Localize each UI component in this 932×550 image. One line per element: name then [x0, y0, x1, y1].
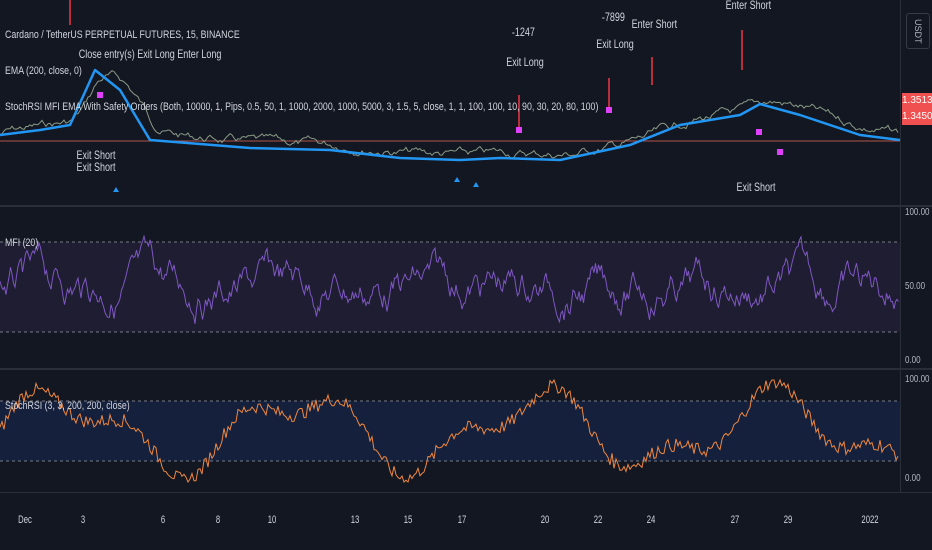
- stochrsi-legend[interactable]: StochRSI (3, 3, 200, 200, close): [5, 400, 130, 412]
- time-axis[interactable]: Dec 3 6 8 10 13 15 17 20 22 24 27 29 2022: [0, 492, 932, 550]
- time-tick: 22: [593, 514, 603, 526]
- annotation: Enter Short: [631, 17, 678, 31]
- time-tick: 17: [457, 514, 467, 526]
- order-marker: [756, 129, 762, 135]
- annotation: Enter Short: [725, 0, 772, 12]
- time-tick: 27: [730, 514, 740, 526]
- time-tick: 10: [267, 514, 277, 526]
- ema-line: [0, 68, 900, 162]
- mfi-pane[interactable]: MFI (20): [0, 207, 900, 368]
- annotation: Close entry(s) Exit Long Enter Long: [78, 47, 222, 61]
- ema-legend[interactable]: EMA (200, close, 0): [5, 65, 82, 77]
- stoch-band: [0, 401, 900, 461]
- annotation: Exit Long: [596, 37, 634, 51]
- order-marker: [777, 149, 783, 155]
- time-tick: 3: [80, 514, 86, 526]
- annotation: -7899: [601, 10, 625, 24]
- price-tag-high: 1.3513: [902, 93, 932, 109]
- order-marker: [606, 107, 612, 113]
- long-arrow: [454, 177, 460, 182]
- currency-button[interactable]: USDT: [906, 13, 930, 49]
- strategy-legend[interactable]: StochRSI MFI EMA With Safety Orders (Bot…: [5, 101, 598, 113]
- price-pane[interactable]: Cardano / TetherUS PERPETUAL FUTURES, 15…: [0, 0, 900, 205]
- annotation: -1247: [511, 25, 535, 39]
- mfi-chart[interactable]: [0, 207, 900, 368]
- long-arrow: [113, 187, 119, 192]
- time-tick: Dec: [18, 514, 32, 526]
- stochrsi-chart[interactable]: [0, 370, 900, 492]
- price-axis[interactable]: USDT 1.3513 1.3450 100.00 50.00 0.00 100…: [900, 0, 932, 492]
- long-arrow: [473, 182, 479, 187]
- mfi-axis-label: 0.00: [905, 355, 921, 366]
- time-tick: 29: [783, 514, 793, 526]
- time-tick: 8: [215, 514, 221, 526]
- symbol-title: Cardano / TetherUS PERPETUAL FUTURES, 15…: [5, 29, 240, 41]
- annotation: Exit Short: [736, 180, 776, 194]
- mfi-legend[interactable]: MFI (20): [5, 237, 38, 249]
- price-tag-last: 1.3450: [902, 109, 932, 125]
- stoch-axis-label: 100.00: [905, 374, 930, 385]
- time-tick: 13: [350, 514, 360, 526]
- time-tick: 24: [646, 514, 656, 526]
- time-tick: 15: [403, 514, 413, 526]
- time-tick: 6: [160, 514, 166, 526]
- annotation: Exit Long: [506, 55, 544, 69]
- time-tick: 2022: [861, 514, 879, 526]
- order-marker: [516, 127, 522, 133]
- time-tick: 20: [540, 514, 550, 526]
- order-marker: [97, 92, 103, 98]
- stochrsi-pane[interactable]: StochRSI (3, 3, 200, 200, close): [0, 370, 900, 492]
- stoch-axis-label: 0.00: [905, 473, 921, 484]
- mfi-axis-label: 100.00: [905, 207, 930, 218]
- mfi-axis-label: 50.00: [905, 281, 926, 292]
- annotation: Exit Short: [76, 160, 116, 174]
